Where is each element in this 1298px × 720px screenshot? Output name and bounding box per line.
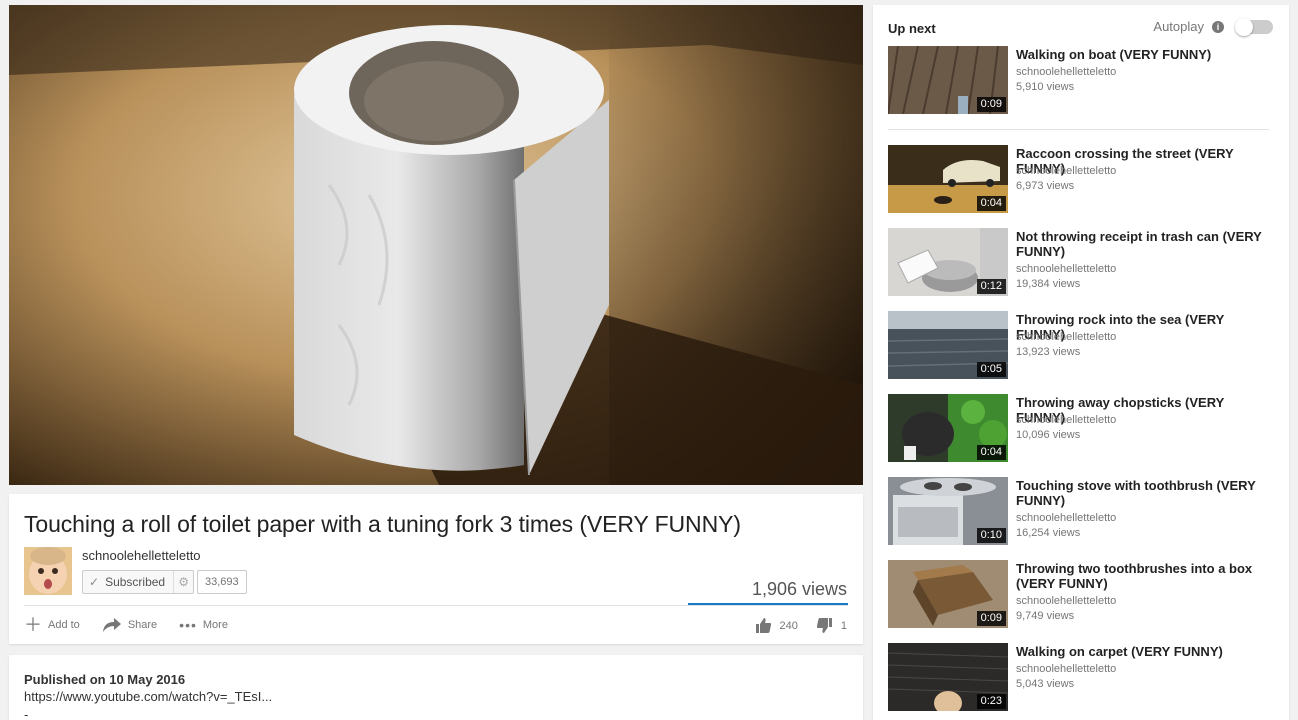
subscriber-count: 33,693 [197, 570, 247, 594]
video-player[interactable] [9, 5, 863, 485]
video-views: 9,749 views [1016, 610, 1075, 622]
up-next-video-item[interactable]: 0:09 Throwing two toothbrushes into a bo… [888, 560, 1273, 628]
add-to-label: Add to [48, 619, 80, 631]
video-duration: 0:05 [976, 362, 1006, 377]
action-bar: ＋ Add to Share ••• More [24, 616, 228, 634]
video-duration: 0:04 [976, 196, 1006, 211]
up-next-video-item[interactable]: 0:12 Not throwing receipt in trash can (… [888, 228, 1273, 296]
share-arrow-icon [102, 618, 121, 632]
up-next-video-item[interactable]: 0:05 Throwing rock into the sea (VERY FU… [888, 311, 1273, 379]
video-title-link[interactable]: Touching stove with toothbrush (VERY FUN… [1016, 478, 1274, 508]
add-to-button[interactable]: ＋ Add to [24, 616, 80, 634]
video-meta: schnoolehelletteletto 5,043 views [1016, 661, 1116, 692]
video-views: 13,923 views [1016, 346, 1081, 358]
sidebar-separator [888, 129, 1269, 130]
like-count: 240 [779, 619, 798, 632]
more-label: More [202, 619, 228, 631]
video-thumbnail[interactable]: 0:23 [888, 643, 1008, 711]
video-views: 5,910 views [1016, 81, 1075, 93]
video-views: 6,973 views [1016, 180, 1075, 192]
video-channel: schnoolehelletteletto [1016, 414, 1117, 426]
video-thumbnail[interactable]: 0:10 [888, 477, 1008, 545]
video-views: 19,384 views [1016, 278, 1081, 290]
baby-face-avatar-image [24, 547, 72, 595]
info-divider [24, 605, 848, 606]
up-next-video-item[interactable]: 0:09 Walking on boat (VERY FUNNY) schnoo… [888, 46, 1273, 114]
video-views: 10,096 views [1016, 429, 1081, 441]
video-duration: 0:23 [976, 694, 1006, 709]
thumbs-down-icon[interactable] [816, 617, 833, 634]
video-thumbnail[interactable]: 0:04 [888, 394, 1008, 462]
video-thumbnail[interactable]: 0:05 [888, 311, 1008, 379]
video-duration: 0:09 [976, 611, 1006, 626]
video-duration: 0:12 [976, 279, 1006, 294]
description-link[interactable]: https://www.youtube.com/watch?v=_TEsI... [24, 689, 272, 704]
video-channel: schnoolehelletteletto [1016, 512, 1117, 524]
autoplay-control: Autoplay i [1153, 17, 1273, 36]
up-next-sidebar: Up next Autoplay i 0:09 Walking on boat … [873, 5, 1289, 720]
subscription-settings-gear-icon[interactable]: ⚙ [173, 571, 193, 593]
video-info-card: Touching a roll of toilet paper with a t… [9, 494, 863, 644]
share-button[interactable]: Share [102, 617, 157, 633]
description-text: - [24, 707, 29, 720]
subscribed-label-wrap[interactable]: ✓ Subscribed [83, 571, 173, 593]
more-button[interactable]: ••• More [179, 618, 228, 632]
video-title-link[interactable]: Walking on carpet (VERY FUNNY) [1016, 644, 1274, 659]
thumbs-up-icon[interactable] [755, 617, 772, 634]
up-next-heading: Up next [888, 21, 936, 36]
video-meta: schnoolehelletteletto 6,973 views [1016, 163, 1116, 194]
video-thumbnail[interactable]: 0:04 [888, 145, 1008, 213]
subscribed-button[interactable]: ✓ Subscribed ⚙ [82, 570, 195, 594]
video-views: 5,043 views [1016, 678, 1075, 690]
share-label: Share [127, 619, 158, 631]
video-title: Touching a roll of toilet paper with a t… [24, 511, 741, 537]
video-thumbnail[interactable]: 0:12 [888, 228, 1008, 296]
more-dots-icon: ••• [179, 617, 197, 633]
info-icon[interactable]: i [1212, 20, 1224, 33]
video-frame-toilet-paper [9, 5, 863, 485]
plus-icon: ＋ [24, 615, 42, 635]
channel-name[interactable]: schnoolehelletteletto [82, 548, 201, 563]
up-next-video-item[interactable]: 0:23 Walking on carpet (VERY FUNNY) schn… [888, 643, 1273, 711]
video-views: 16,254 views [1016, 527, 1081, 539]
video-thumbnail[interactable]: 0:09 [888, 46, 1008, 114]
video-channel: schnoolehelletteletto [1016, 263, 1117, 275]
video-meta: schnoolehelletteletto 16,254 views [1016, 510, 1116, 541]
autoplay-label: Autoplay [1153, 19, 1204, 34]
video-meta: schnoolehelletteletto 10,096 views [1016, 412, 1116, 443]
up-next-video-item[interactable]: 0:04 Throwing away chopsticks (VERY FUNN… [888, 394, 1273, 462]
subscribed-label: Subscribed [105, 575, 166, 589]
video-meta: schnoolehelletteletto 9,749 views [1016, 593, 1116, 624]
up-next-video-item[interactable]: 0:04 Raccoon crossing the street (VERY F… [888, 145, 1273, 213]
video-channel: schnoolehelletteletto [1016, 66, 1117, 78]
video-duration: 0:04 [976, 445, 1006, 460]
video-channel: schnoolehelletteletto [1016, 595, 1117, 607]
video-duration: 0:10 [976, 528, 1006, 543]
autoplay-toggle[interactable] [1235, 17, 1273, 36]
channel-avatar[interactable] [24, 547, 72, 595]
video-channel: schnoolehelletteletto [1016, 331, 1117, 343]
video-channel: schnoolehelletteletto [1016, 165, 1117, 177]
video-title-link[interactable]: Throwing two toothbrushes into a box (VE… [1016, 561, 1274, 591]
up-next-video-item[interactable]: 0:10 Touching stove with toothbrush (VER… [888, 477, 1273, 545]
video-thumbnail[interactable]: 0:09 [888, 560, 1008, 628]
video-meta: schnoolehelletteletto 5,910 views [1016, 64, 1116, 95]
like-dislike-group: 240 1 [755, 617, 847, 634]
video-meta: schnoolehelletteletto 19,384 views [1016, 261, 1116, 292]
view-count: 1,906 views [751, 579, 847, 599]
video-channel: schnoolehelletteletto [1016, 663, 1117, 675]
description-card: Published on 10 May 2016 https://www.you… [9, 655, 863, 720]
video-title-link[interactable]: Walking on boat (VERY FUNNY) [1016, 47, 1274, 62]
checkmark-icon: ✓ [89, 575, 100, 589]
dislike-count: 1 [840, 619, 847, 632]
video-duration: 0:09 [976, 97, 1006, 112]
like-ratio-bar [688, 603, 848, 605]
video-meta: schnoolehelletteletto 13,923 views [1016, 329, 1116, 360]
publish-date: Published on 10 May 2016 [24, 672, 186, 687]
video-title-link[interactable]: Not throwing receipt in trash can (VERY … [1016, 229, 1274, 259]
